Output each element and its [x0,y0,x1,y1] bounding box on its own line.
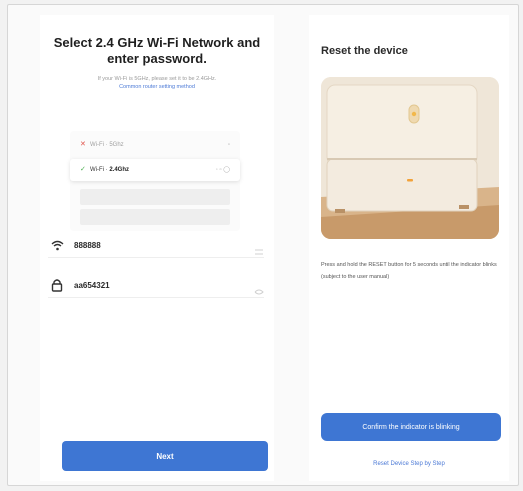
reset-step-by-step-link[interactable]: Reset Device Step by Step [309,461,509,467]
show-password-icon[interactable] [254,282,264,295]
illus-label-2-4ghz: Wi-Fi · 2.4Ghz [90,167,130,173]
check-icon: ✓ [80,166,86,173]
screenshot-frame: Select 2.4 GHz Wi-Fi Network and enter p… [7,4,519,486]
reset-device-screen: Reset the device Press and hold the RESE… [309,15,509,481]
hint-text: If your Wi-Fi is 5GHz, please set it to … [97,76,217,82]
illus-row-dim [80,189,230,205]
page-title: Select 2.4 GHz Wi-Fi Network and enter p… [53,35,261,66]
illus-row-2-4ghz: ✓ Wi-Fi · 2.4Ghz ◦ ▫ ◯ [70,159,240,181]
illus-label-5ghz: Wi-Fi · 5Ghz [90,142,124,148]
lock-icon [48,278,66,292]
wifi-hint: If your Wi-Fi is 5GHz, please set it to … [54,75,260,91]
reset-instructions: Press and hold the RESET button for 5 se… [321,262,497,280]
confirm-blinking-button[interactable]: Confirm the indicator is blinking [321,413,501,441]
signal-icons: ◦ ▫ ◯ [215,167,230,173]
wifi-name-field[interactable]: 888888 [48,233,264,258]
wifi-name-value: 888888 [74,240,101,250]
switch-network-icon[interactable] [254,242,264,255]
password-field[interactable]: aa654321 [48,273,264,298]
next-button[interactable]: Next [62,441,268,471]
wifi-icon [48,238,66,252]
wifi-band-illustration: ✕ Wi-Fi · 5Ghz ▫ ✓ Wi-Fi · 2.4Ghz ◦ ▫ ◯ [70,131,240,231]
wifi-setup-screen: Select 2.4 GHz Wi-Fi Network and enter p… [40,15,274,481]
reset-title: Reset the device [321,45,408,57]
cross-icon: ✕ [80,141,86,148]
lock-icon: ▫ [227,142,230,148]
device-photo [321,77,499,239]
password-value: aa654321 [74,280,110,290]
router-setting-link[interactable]: Common router setting method [54,83,260,91]
illus-row-5ghz: ✕ Wi-Fi · 5Ghz ▫ [80,137,230,153]
illus-row-dim [80,209,230,225]
